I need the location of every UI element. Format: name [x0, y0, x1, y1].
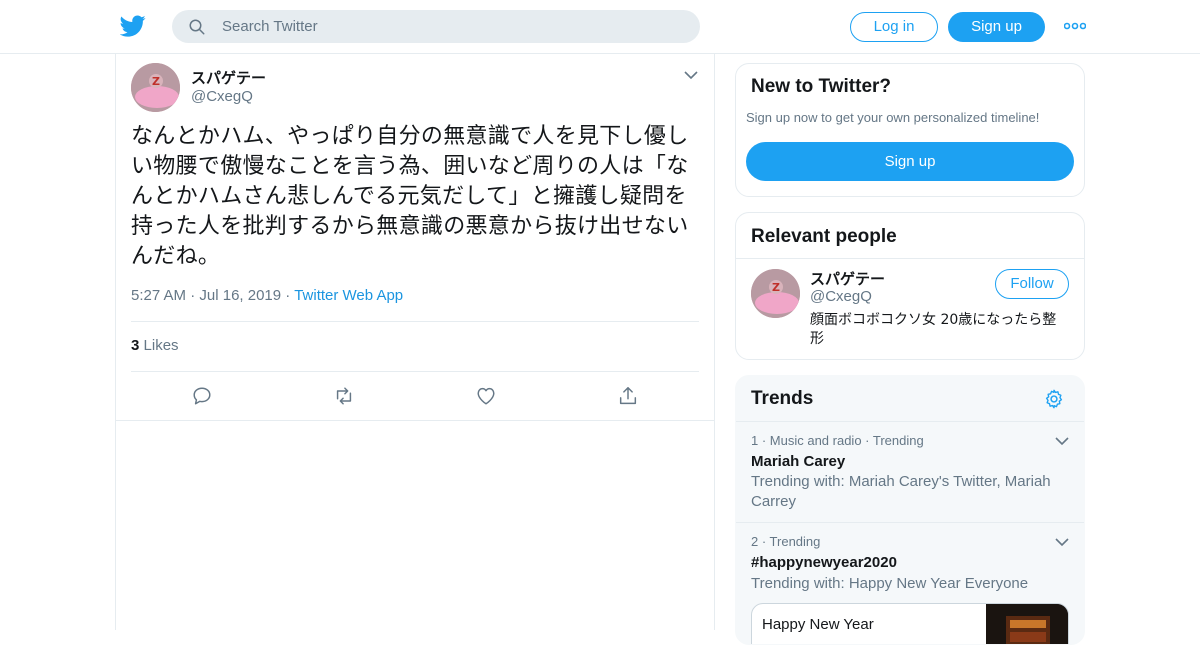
share-icon[interactable] [617, 385, 639, 407]
tweet-date[interactable]: Jul 16, 2019 [199, 287, 281, 304]
divider [131, 321, 699, 322]
card-title: Relevant people [751, 226, 897, 247]
card-title: New to Twitter? [751, 76, 892, 97]
tweet-timestamp: 5:27 AM · Jul 16, 2019 · Twitter Web App [131, 287, 404, 304]
likes-stat[interactable]: 3 Likes [131, 337, 179, 354]
relevant-people-card: Relevant people Z スパゲテー @CxegQ 顔面ボコボコクソ女… [735, 212, 1085, 360]
search-bar[interactable] [172, 10, 700, 43]
top-navigation-bar: Log in Sign up [0, 0, 1200, 54]
trend-meta: 2 · Trending [751, 534, 821, 549]
divider [736, 258, 1084, 259]
tweet-author-handle[interactable]: @CxegQ [191, 88, 253, 105]
media-caption: Happy New Year [762, 616, 874, 633]
divider [131, 371, 699, 372]
likes-label: Likes [143, 337, 179, 354]
avatar[interactable]: Z [751, 269, 800, 318]
sign-up-button[interactable]: Sign up [948, 12, 1045, 42]
svg-text:Z: Z [772, 281, 780, 294]
trend-name[interactable]: #happynewyear2020 [751, 554, 897, 571]
card-subtitle: Sign up now to get your own personalized… [746, 110, 1040, 125]
log-in-button[interactable]: Log in [850, 12, 938, 42]
tweet-text: なんとかハム、やっぱり自分の無意識で人を見下し優しい物腰で傲慢なことを言う為、囲… [131, 124, 689, 269]
card-title: Trends [751, 388, 814, 409]
trend-media-preview[interactable]: Happy New Year [751, 603, 1069, 644]
divider [736, 522, 1084, 523]
person-name[interactable]: スパゲテー [810, 268, 885, 289]
person-bio: 顔面ボコボコクソ女 20歳になったら整形 [810, 312, 1057, 347]
search-icon [189, 19, 205, 35]
person-handle[interactable]: @CxegQ [810, 288, 872, 305]
sign-up-cta-button[interactable]: Sign up [746, 142, 1074, 181]
divider [736, 421, 1084, 422]
trend-related: Trending with: Mariah Carey's Twitter, M… [751, 473, 1051, 510]
tweet-author-name[interactable]: スパゲテー [191, 67, 266, 88]
retweet-icon[interactable] [333, 385, 355, 407]
trends-card: Trends 1 · Music and radio · Trending Ma… [735, 375, 1085, 645]
trend-meta: 1 · Music and radio · Trending [751, 433, 924, 448]
twitter-bird-logo-icon[interactable] [120, 13, 146, 39]
avatar[interactable]: Z [131, 63, 180, 112]
gear-icon[interactable] [1043, 388, 1065, 410]
chevron-down-icon[interactable] [1055, 436, 1069, 446]
chevron-down-icon[interactable] [684, 70, 698, 80]
tweet-time[interactable]: 5:27 AM [131, 287, 186, 304]
heart-icon[interactable] [475, 385, 497, 407]
likes-count: 3 [131, 337, 140, 354]
media-thumbnail [986, 604, 1068, 644]
trend-related: Trending with: Happy New Year Everyone [751, 575, 1029, 592]
search-input[interactable] [222, 10, 682, 43]
main-timeline-column: Z スパゲテー @CxegQ なんとかハム、やっぱり自分の無意識で人を見下し優し… [115, 54, 715, 630]
reply-icon[interactable] [191, 385, 213, 407]
tweet-source-link[interactable]: Twitter Web App [294, 287, 403, 304]
more-options-icon[interactable] [1064, 20, 1086, 32]
trend-name[interactable]: Mariah Carey [751, 453, 845, 470]
follow-button[interactable]: Follow [995, 269, 1069, 299]
tweet-detail: Z スパゲテー @CxegQ なんとかハム、やっぱり自分の無意識で人を見下し優し… [116, 54, 714, 421]
svg-text:Z: Z [152, 75, 160, 88]
new-to-twitter-card: New to Twitter? Sign up now to get your … [735, 63, 1085, 197]
chevron-down-icon[interactable] [1055, 537, 1069, 547]
